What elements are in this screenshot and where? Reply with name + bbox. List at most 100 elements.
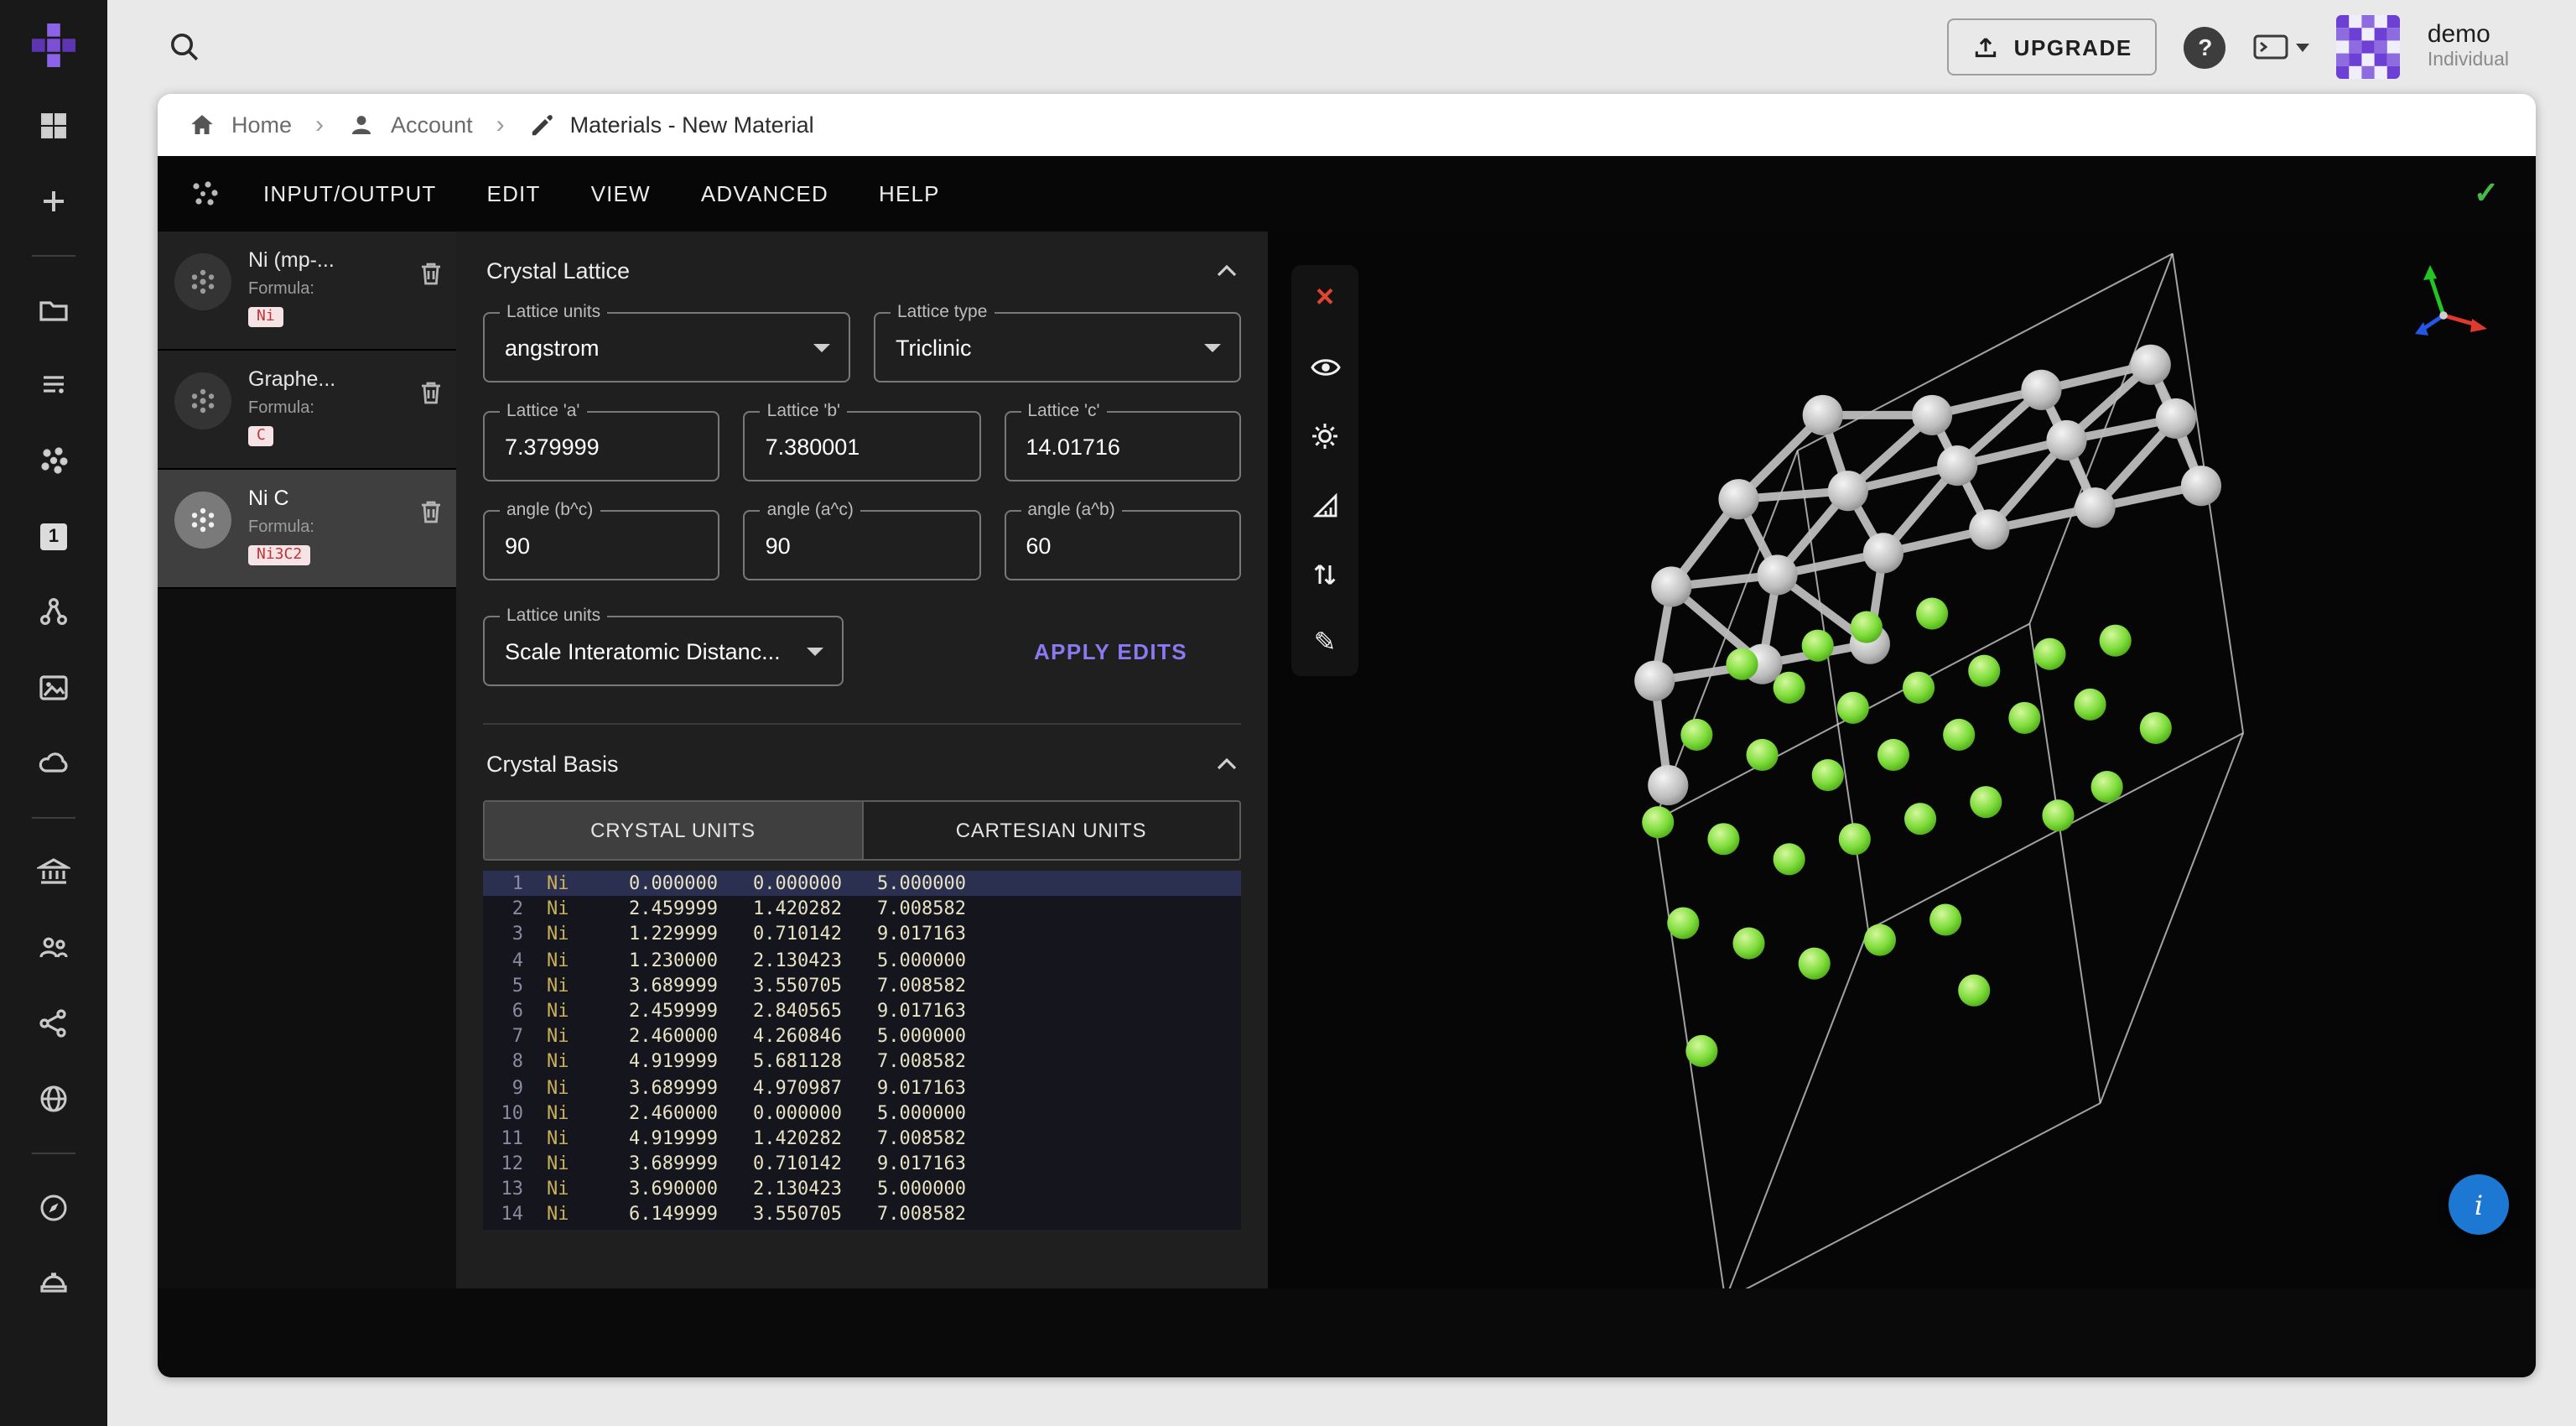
chevron-right-icon: › [315,111,324,139]
angle-bc-input[interactable]: angle (b^c) 90 [483,510,720,580]
dashboard-icon[interactable] [29,101,79,151]
basis-code-row[interactable]: 9Ni3.6899994.9709879.017163 [483,1075,1241,1100]
projects-folder-icon[interactable] [29,285,79,336]
upgrade-button[interactable]: UPGRADE [1947,18,2158,75]
info-button[interactable]: i [2449,1174,2509,1235]
basis-code-row[interactable]: 7Ni2.4600004.2608465.000000 [483,1023,1241,1049]
molecule-icon [188,177,221,211]
measure-ruler-icon[interactable] [1300,480,1350,530]
lattice-c-input[interactable]: Lattice 'c' 14.01716 [1004,411,1241,481]
new-entity-plus-icon[interactable] [29,176,79,226]
materials-molecule-icon[interactable] [29,436,79,487]
top-bar: UPGRADE ? [107,0,2576,94]
notifications-one-icon[interactable]: 1 [29,512,79,562]
save-check-icon[interactable]: ✓ [2474,176,2499,211]
basis-code-row[interactable]: 5Ni3.6899993.5507057.008582 [483,973,1241,998]
home-icon [188,111,216,139]
tab-crystal-units[interactable]: CRYSTAL UNITS [485,802,861,859]
section-title: Crystal Lattice [486,258,630,284]
collapse-chevron-up-icon[interactable] [1216,757,1238,772]
basis-code-row[interactable]: 8Ni4.9199995.6811287.008582 [483,1049,1241,1075]
console-selector[interactable] [2253,32,2310,62]
visibility-eye-icon[interactable] [1300,342,1350,393]
lattice-units-select[interactable]: Lattice units angstrom [483,312,850,383]
breadcrumb: Home › Account › Materials - New Materia… [158,94,2536,156]
formula-label: Formula: [248,280,413,299]
basis-code-row[interactable]: 6Ni2.4599992.8405659.017163 [483,998,1241,1023]
menu-item-input-output[interactable]: INPUT/OUTPUT [238,181,462,206]
menu-item-advanced[interactable]: ADVANCED [676,181,854,206]
menu-item-help[interactable]: HELP [854,181,965,206]
app-logo-icon[interactable] [32,23,75,67]
settings-gear-icon[interactable] [1300,411,1350,461]
lattice-b-input[interactable]: Lattice 'b' 7.380001 [744,411,981,481]
editor-window: INPUT/OUTPUT EDIT VIEW ADVANCED HELP ✓ N… [158,156,2536,1377]
menu-item-edit[interactable]: EDIT [462,181,566,206]
material-list-item[interactable]: Graphe... Formula: C [158,351,456,470]
edit-pencil-icon [528,112,555,138]
media-image-icon[interactable] [29,663,79,713]
console-icon [2253,32,2290,62]
basis-code-row[interactable]: 2Ni2.4599991.4202827.008582 [483,896,1241,921]
share-icon[interactable] [29,998,79,1049]
material-list-item-selected[interactable]: Ni C Formula: Ni3C2 [158,470,456,589]
basis-code-row[interactable]: 13Ni3.6900002.1304235.000000 [483,1177,1241,1202]
editor-content: Ni (mp-... Formula: Ni Grap [158,232,2536,1288]
import-export-arrows-icon[interactable] [1300,549,1350,599]
material-avatar-icon [174,372,231,429]
basis-code-editor[interactable]: 1Ni0.0000000.0000005.0000002Ni2.4599991.… [483,871,1241,1230]
icon-sidebar: 1 [0,0,107,1426]
formula-label: Formula: [248,518,413,537]
upgrade-label: UPGRADE [2014,34,2132,60]
structure-3d-canvas[interactable] [1268,232,2536,1288]
formula-chip: C [248,426,274,446]
apply-edits-button[interactable]: APPLY EDITS [1024,637,1197,665]
angle-ac-input[interactable]: angle (a^c) 90 [744,510,981,580]
edit-pencil-icon[interactable]: ✎ [1300,617,1350,668]
basis-code-row[interactable]: 11Ni4.9199991.4202827.008582 [483,1126,1241,1151]
delete-trash-icon[interactable] [416,377,446,408]
chevron-right-icon: › [496,111,505,139]
workflows-icon[interactable] [29,587,79,638]
tab-cartesian-units[interactable]: CARTESIAN UNITS [861,802,1239,859]
user-plan: Individual [2428,50,2509,74]
basis-code-row[interactable]: 1Ni0.0000000.0000005.000000 [483,871,1241,896]
menu-item-view[interactable]: VIEW [566,181,676,206]
breadcrumb-home[interactable]: Home [231,112,292,138]
search-icon[interactable] [161,23,208,70]
help-button[interactable]: ? [2184,26,2226,68]
material-list-item[interactable]: Ni (mp-... Formula: Ni [158,232,456,351]
chevron-down-icon [1204,344,1221,352]
scale-units-select[interactable]: Lattice units Scale Interatomic Distanc.… [483,616,844,686]
jobs-list-icon[interactable] [29,361,79,411]
sidebar-divider [32,1153,75,1154]
basis-code-row[interactable]: 3Ni1.2299990.7101429.017163 [483,922,1241,947]
sidebar-divider [32,255,75,257]
basis-code-row[interactable]: 10Ni2.4600000.0000005.000000 [483,1100,1241,1125]
globe-icon[interactable] [29,1074,79,1124]
basis-code-row[interactable]: 4Ni1.2300002.1304235.000000 [483,947,1241,972]
team-people-icon[interactable] [29,923,79,973]
user-menu[interactable]: demo Individual [2428,20,2509,74]
collapse-chevron-up-icon[interactable] [1216,263,1238,278]
cloud-icon[interactable] [29,738,79,788]
window-footer [158,1288,2536,1377]
axes-gizmo[interactable] [2395,255,2492,349]
delete-trash-icon[interactable] [416,258,446,289]
angle-ab-input[interactable]: angle (a^b) 60 [1004,510,1241,580]
support-helmet-icon[interactable] [29,1258,79,1309]
breadcrumb-account[interactable]: Account [391,112,473,138]
chevron-down-icon [807,648,823,656]
lattice-type-select[interactable]: Lattice type Triclinic [874,312,1241,383]
lattice-a-input[interactable]: Lattice 'a' 7.379999 [483,411,720,481]
user-avatar[interactable] [2337,15,2401,79]
material-avatar-icon [174,253,231,310]
institution-bank-icon[interactable] [29,847,79,898]
basis-units-tabs: CRYSTAL UNITS CARTESIAN UNITS [483,800,1241,861]
delete-trash-icon[interactable] [416,497,446,527]
close-icon[interactable]: × [1300,273,1350,324]
formula-label: Formula: [248,399,413,418]
explore-compass-icon[interactable] [29,1183,79,1233]
basis-code-row[interactable]: 14Ni6.1499993.5507057.008582 [483,1202,1241,1227]
basis-code-row[interactable]: 12Ni3.6899990.7101429.017163 [483,1151,1241,1176]
